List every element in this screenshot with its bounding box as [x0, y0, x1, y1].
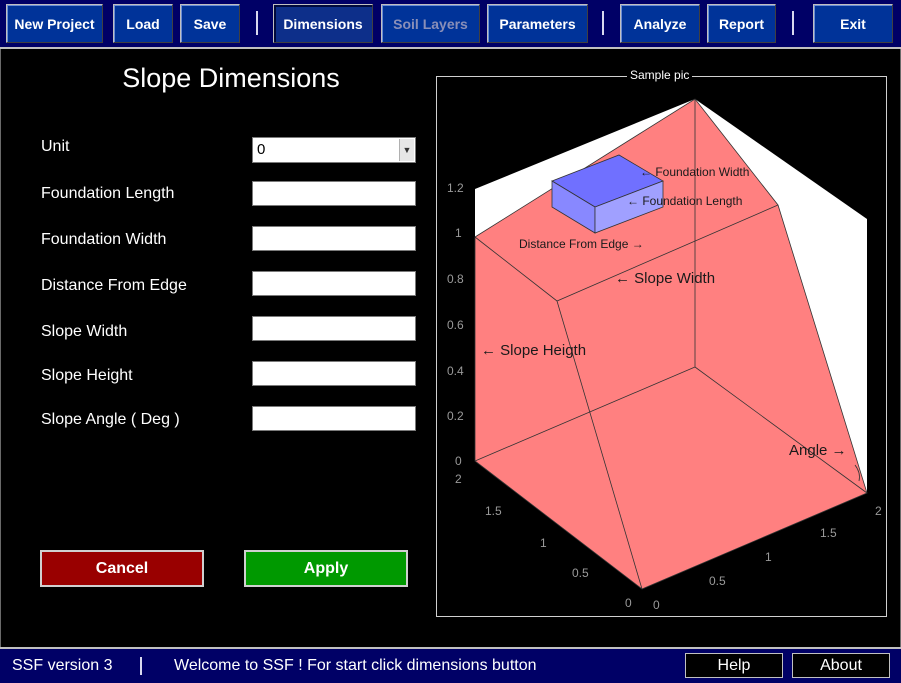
x-tick: 1 — [765, 550, 772, 564]
chevron-down-icon[interactable]: ▼ — [399, 139, 414, 161]
foundation-length-input[interactable] — [252, 181, 416, 206]
exit-button[interactable]: Exit — [813, 4, 893, 43]
slope-height-input[interactable] — [252, 361, 416, 386]
status-bar: SSF version 3 Welcome to SSF ! For start… — [0, 647, 901, 683]
unit-select-value: 0 — [257, 141, 266, 158]
load-button[interactable]: Load — [113, 4, 173, 43]
slope-3d-diagram: ← Foundation Width ← Foundation Length D… — [447, 98, 882, 612]
slope-height-annotation: ← Slope Heigth — [481, 342, 586, 359]
distance-from-edge-input[interactable] — [252, 271, 416, 296]
unit-select[interactable]: 0 ▼ — [252, 137, 416, 163]
z-tick: 0.6 — [447, 318, 464, 332]
slope-height-label: Slope Height — [41, 367, 133, 384]
help-button[interactable]: Help — [685, 653, 783, 678]
y-tick: 0.5 — [572, 566, 589, 580]
version-label: SSF version 3 — [12, 657, 113, 674]
x-tick: 1.5 — [820, 526, 837, 540]
distance-from-edge-label: Distance From Edge — [41, 277, 187, 294]
z-tick: 0.2 — [447, 409, 464, 423]
apply-button[interactable]: Apply — [244, 550, 408, 587]
soil-layers-button[interactable]: Soil Layers — [381, 4, 480, 43]
foundation-length-label: Foundation Length — [41, 185, 175, 202]
z-tick: 0.4 — [447, 364, 464, 378]
slope-angle-input[interactable] — [252, 406, 416, 431]
report-button[interactable]: Report — [707, 4, 776, 43]
y-tick: 2 — [455, 472, 462, 486]
y-tick: 0 — [625, 596, 632, 610]
unit-label: Unit — [41, 138, 70, 155]
page-title: Slope Dimensions — [122, 63, 340, 93]
status-message: Welcome to SSF ! For start click dimensi… — [174, 657, 537, 674]
slope-width-input[interactable] — [252, 316, 416, 341]
about-button[interactable]: About — [792, 653, 890, 678]
foundation-width-annotation: ← Foundation Width — [640, 165, 749, 179]
dimensions-button[interactable]: Dimensions — [273, 4, 373, 43]
angle-annotation: Angle → — [789, 442, 847, 459]
sample-picture-frame: Sample pic ← Foundation Width ← Foundati… — [436, 68, 887, 617]
distance-from-edge-annotation: Distance From Edge → — [519, 237, 644, 251]
main-area: Slope Dimensions Unit 0 ▼ Foundation Len… — [0, 49, 901, 647]
toolbar-separator — [256, 11, 258, 35]
z-tick: 1.2 — [447, 181, 464, 195]
foundation-width-label: Foundation Width — [41, 231, 167, 248]
y-tick: 1.5 — [485, 504, 502, 518]
cancel-button[interactable]: Cancel — [40, 550, 204, 587]
z-tick: 1 — [455, 226, 462, 240]
slope-width-label: Slope Width — [41, 323, 128, 340]
toolbar-separator — [602, 11, 604, 35]
z-tick: 0 — [455, 454, 462, 468]
new-project-button[interactable]: New Project — [6, 4, 103, 43]
x-tick: 0.5 — [709, 574, 726, 588]
save-button[interactable]: Save — [180, 4, 240, 43]
toolbar: New Project Load Save Dimensions Soil La… — [0, 0, 901, 49]
parameters-button[interactable]: Parameters — [487, 4, 588, 43]
x-tick: 0 — [653, 598, 660, 612]
slope-angle-label: Slope Angle ( Deg ) — [41, 411, 180, 428]
analyze-button[interactable]: Analyze — [620, 4, 700, 43]
status-separator — [140, 657, 142, 675]
slope-width-annotation: ← Slope Width — [615, 270, 715, 287]
foundation-width-input[interactable] — [252, 226, 416, 251]
x-tick: 2 — [875, 504, 882, 518]
y-tick: 1 — [540, 536, 547, 550]
toolbar-separator — [792, 11, 794, 35]
foundation-length-annotation: ← Foundation Length — [627, 194, 742, 208]
z-tick: 0.8 — [447, 272, 464, 286]
